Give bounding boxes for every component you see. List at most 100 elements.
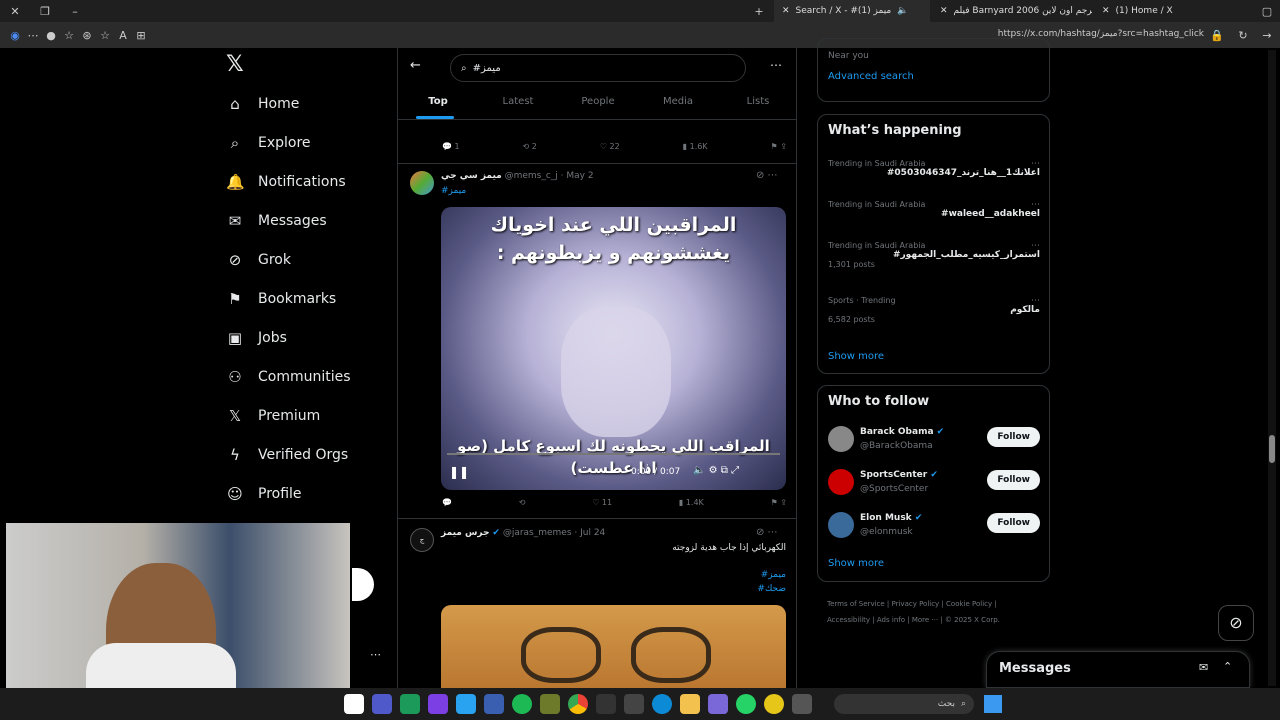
tab-top[interactable]: Top [398, 90, 478, 119]
star-icon[interactable]: ☆ [96, 26, 114, 44]
close-tab-icon[interactable]: ✕ [1102, 6, 1110, 16]
reply-button[interactable]: 💬 1 [442, 142, 460, 151]
follow-suggestion[interactable]: SportsCenter ✔ @SportsCenter Follow [828, 465, 1040, 501]
author-handle[interactable]: @mems_c_j · May 2 [505, 171, 594, 181]
grok-icon[interactable]: ⊘ ⋯ [756, 527, 778, 538]
tab-home-x[interactable]: ✕ (1) Home / X [1094, 0, 1250, 22]
split-icon[interactable]: ⊞ [132, 26, 150, 44]
close-tab-icon[interactable]: ✕ [940, 6, 948, 16]
bookmark-share[interactable]: ⚑ ⇪ [771, 142, 787, 151]
avatar[interactable] [828, 426, 854, 452]
tracking-icon[interactable]: ⊛ [78, 26, 96, 44]
author-name[interactable]: ميمز سي جي [441, 171, 502, 181]
close-window-icon[interactable]: ✕ [6, 2, 24, 20]
whatsapp-icon[interactable] [736, 694, 756, 714]
views-button[interactable]: ▮ 1.6K [683, 142, 708, 151]
browser-logo-icon[interactable]: ◉ [6, 26, 24, 44]
nav-communities[interactable]: ⚇ Communities [220, 357, 390, 396]
hashtag-link[interactable]: #ميمز [441, 570, 786, 580]
avatar[interactable] [410, 171, 434, 195]
snapchat-icon[interactable] [764, 694, 784, 714]
grok-float-button[interactable]: ⊘ [1218, 605, 1254, 641]
follow-button[interactable]: Follow [987, 427, 1040, 447]
profile-icon[interactable]: ● [42, 26, 60, 44]
explorer-icon[interactable] [680, 694, 700, 714]
avatar[interactable] [828, 512, 854, 538]
footer-link[interactable]: Accessibility [827, 616, 870, 624]
tab-media[interactable]: Media [638, 90, 718, 119]
taskbar-search[interactable]: بحث ⌕ [834, 694, 974, 714]
app-icon[interactable] [428, 694, 448, 714]
new-tab-icon[interactable]: + [750, 2, 768, 20]
chrome-icon[interactable] [568, 694, 588, 714]
repost-button[interactable]: ⟲ [519, 498, 526, 507]
show-more-link[interactable]: Show more [828, 351, 884, 362]
nav-bookmarks[interactable]: ⚑ Bookmarks [220, 279, 390, 318]
refresh-icon[interactable]: ↻ [1234, 26, 1252, 44]
nav-jobs[interactable]: ▣ Jobs [220, 318, 390, 357]
nav-grok[interactable]: ⊘ Grok [220, 240, 390, 279]
advanced-search-link[interactable]: Advanced search [828, 71, 914, 82]
grok-icon[interactable]: ⊘ ⋯ [756, 170, 778, 181]
app-icon[interactable] [344, 694, 364, 714]
spotify-icon[interactable] [512, 694, 532, 714]
tab-search-x[interactable]: ✕ Search / X - #ميمز (1) 🔈 [774, 0, 930, 22]
footer-link[interactable]: Terms of Service [827, 600, 885, 608]
bookmark-share[interactable]: ⚑ ⇪ [771, 498, 787, 507]
show-more-link[interactable]: Show more [828, 558, 884, 569]
avatar[interactable] [828, 469, 854, 495]
nav-premium[interactable]: 𝕏 Premium [220, 396, 390, 435]
tab-actions-icon[interactable]: ▢ [1258, 2, 1276, 20]
tab-lists[interactable]: Lists [718, 90, 796, 119]
app-icon[interactable] [484, 694, 504, 714]
favorites-icon[interactable]: ☆ [60, 26, 78, 44]
nav-notifications[interactable]: 🔔 Notifications [220, 162, 390, 201]
app-icon[interactable] [792, 694, 812, 714]
windows-start-icon[interactable] [984, 695, 1002, 713]
app-icon[interactable] [400, 694, 420, 714]
hashtag-link[interactable]: #ضحك [441, 584, 786, 594]
nav-home[interactable]: ⌂ Home [220, 84, 390, 123]
follow-button[interactable]: Follow [987, 470, 1040, 490]
hashtag-link[interactable]: #ميمز [441, 186, 466, 196]
more-options-icon[interactable]: ⋯ [770, 58, 782, 72]
teams-icon[interactable] [372, 694, 392, 714]
restore-icon[interactable]: ❐ [36, 2, 54, 20]
repost-button[interactable]: ⟲ 2 [523, 142, 537, 151]
views-button[interactable]: ▮ 1.4K [679, 498, 704, 507]
video-controls-icons[interactable]: 🔈 ⚙ ⧉ ⤢ [693, 465, 739, 476]
trend-item[interactable]: Sports · Trending مالكوم 6,582 posts ⋯ [828, 296, 1040, 324]
tab-barnyard[interactable]: ✕ فيلم Barnyard 2006 مترجم اون لاين [932, 0, 1092, 22]
post-button-partial[interactable] [352, 568, 374, 601]
author-handle[interactable]: @jaras_memes · Jul 24 [503, 528, 605, 538]
tab-latest[interactable]: Latest [478, 90, 558, 119]
app-icon[interactable] [540, 694, 560, 714]
x-logo-icon[interactable]: 𝕏 [220, 52, 390, 84]
author-name[interactable]: جرس ميمز [441, 528, 490, 538]
page-scrollbar[interactable] [1268, 50, 1276, 686]
read-aloud-icon[interactable]: A [114, 26, 132, 44]
footer-link[interactable]: Privacy Policy [892, 600, 940, 608]
account-more-icon[interactable]: ⋯ [370, 648, 381, 661]
near-you-option[interactable]: Near you [828, 51, 869, 61]
trend-more-icon[interactable]: ⋯ [1031, 241, 1040, 251]
app-icon[interactable] [596, 694, 616, 714]
forward-icon[interactable]: → [1258, 26, 1276, 44]
pause-icon[interactable]: ❚❚ [449, 465, 469, 479]
nav-profile[interactable]: ☺ Profile [220, 474, 390, 513]
trend-item[interactable]: Trending in Saudi Arabia #waleed__adakhee… [828, 200, 1040, 219]
like-button[interactable]: ♡ 11 [592, 498, 612, 507]
telegram-icon[interactable] [456, 694, 476, 714]
speaker-icon[interactable]: 🔈 [897, 6, 908, 16]
app-icon[interactable] [708, 694, 728, 714]
edge-icon[interactable] [652, 694, 672, 714]
search-input[interactable]: ⌕ #ميمز [450, 54, 746, 82]
video-player[interactable]: المراقبين اللي عند اخوياك يغششونهم و يزب… [441, 207, 786, 490]
follow-button[interactable]: Follow [987, 513, 1040, 533]
post-image[interactable] [441, 605, 786, 688]
tab-people[interactable]: People [558, 90, 638, 119]
trend-item[interactable]: Trending in Saudi Arabia #استمرار_كيسيه_م… [828, 241, 1040, 269]
footer-link[interactable]: Cookie Policy [946, 600, 992, 608]
more-icon[interactable]: ⋯ [24, 26, 42, 44]
avatar[interactable]: ج [410, 528, 434, 552]
